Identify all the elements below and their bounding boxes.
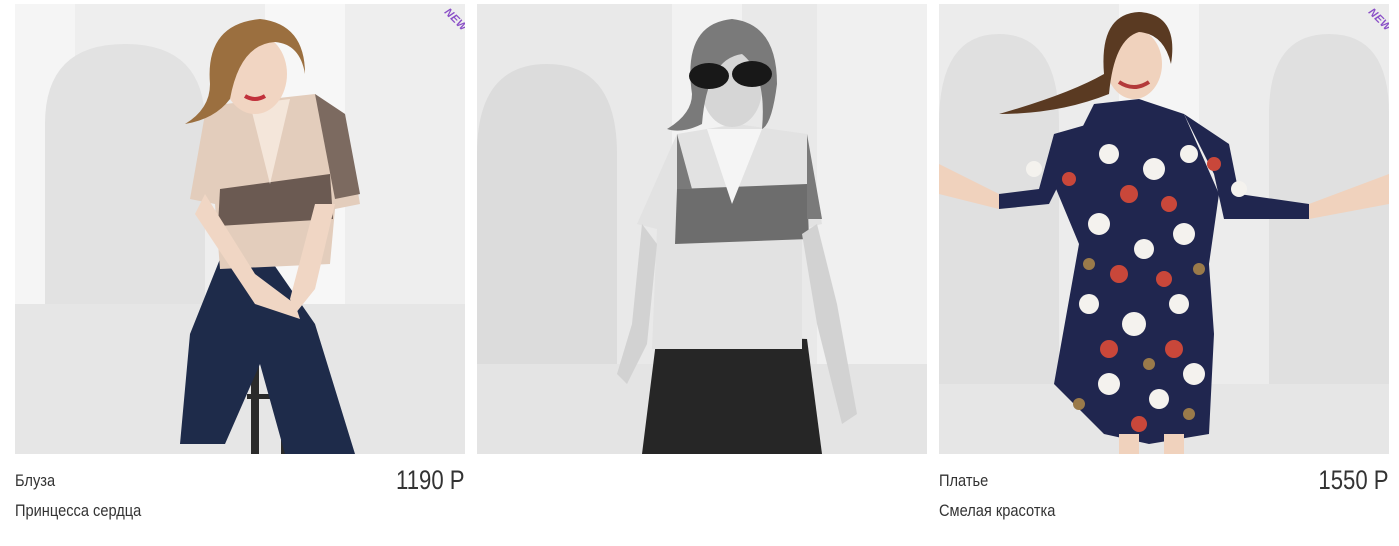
product-price: 1550 Р xyxy=(1318,465,1389,495)
product-name: Принцесса сердца xyxy=(15,501,142,520)
product-type: Платье xyxy=(939,471,989,490)
product-card[interactable]: NEW Блуза Принцесса сердца 1190 Р xyxy=(15,4,465,534)
new-badge: NEW xyxy=(441,6,465,34)
product-info: Блуза Принцесса сердца 1190 Р xyxy=(15,454,465,534)
product-title[interactable]: Блуза Принцесса сердца xyxy=(15,466,141,526)
photo-floral-dress xyxy=(939,4,1389,454)
product-photo[interactable]: NEW xyxy=(939,4,1389,454)
product-photo[interactable]: NEW xyxy=(15,4,465,454)
photo-beige-blouse xyxy=(15,4,465,454)
product-title[interactable]: Платье Смелая красотка xyxy=(939,466,1055,526)
product-card[interactable] xyxy=(477,4,927,534)
product-price: 1190 Р xyxy=(396,465,465,495)
product-grid: NEW Блуза Принцесса сердца 1190 Р NEW Пл… xyxy=(0,0,1399,546)
product-info: Платье Смелая красотка 1550 Р xyxy=(939,454,1389,534)
new-badge: NEW xyxy=(1365,6,1389,34)
product-type: Блуза xyxy=(15,471,56,490)
product-photo[interactable] xyxy=(477,4,927,454)
photo-bw-blouse xyxy=(477,4,927,454)
product-name: Смелая красотка xyxy=(939,501,1056,520)
product-card[interactable]: NEW Платье Смелая красотка 1550 Р xyxy=(939,4,1389,534)
product-info xyxy=(477,454,927,534)
